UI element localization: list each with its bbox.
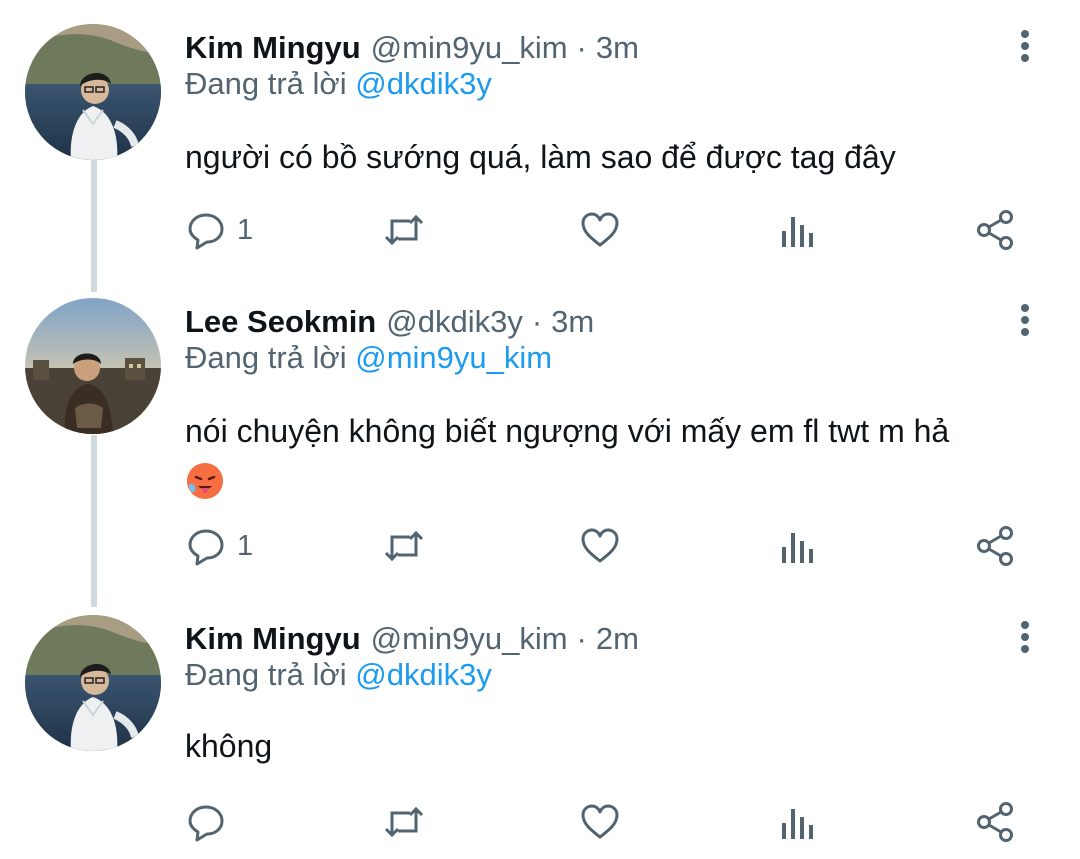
reply-count: 1: [237, 529, 254, 562]
share-icon: [977, 526, 1013, 566]
replying-to: Đang trả lời @dkdik3y: [185, 66, 492, 102]
replying-to-handle[interactable]: @dkdik3y: [355, 66, 492, 101]
tweet-time[interactable]: 3m: [551, 304, 594, 340]
share-button[interactable]: [975, 524, 1015, 568]
tweet[interactable]: Kim Mingyu @min9yu_kim · 3m Đang trả lời…: [0, 24, 1080, 264]
views-button[interactable]: [779, 800, 815, 844]
author-name[interactable]: Lee Seokmin: [185, 304, 376, 340]
views-button[interactable]: [779, 524, 815, 568]
author-handle[interactable]: @min9yu_kim: [371, 621, 568, 657]
retweet-button[interactable]: [382, 208, 426, 252]
retweet-icon: [384, 530, 424, 562]
author-name[interactable]: Kim Mingyu: [185, 30, 361, 66]
reply-button[interactable]: 1: [185, 208, 253, 252]
author-handle[interactable]: @dkdik3y: [386, 304, 523, 340]
avatar[interactable]: [25, 24, 161, 160]
replying-to-label: Đang trả lời: [185, 657, 347, 692]
reply-icon: [188, 213, 224, 250]
hot-face-emoji: [185, 461, 225, 501]
replying-to-label: Đang trả lời: [185, 340, 347, 375]
avatar[interactable]: [25, 298, 161, 434]
like-icon: [581, 528, 619, 563]
tweet-text: nói chuyện không biết ngượng với mấy em …: [185, 408, 1035, 502]
author-name[interactable]: Kim Mingyu: [185, 621, 361, 657]
views-icon: [782, 809, 813, 839]
more-vertical-icon[interactable]: [1010, 26, 1040, 66]
views-icon: [782, 533, 813, 563]
tweet[interactable]: Lee Seokmin @dkdik3y · 3m Đang trả lời @…: [0, 298, 1080, 568]
retweet-button[interactable]: [382, 800, 426, 844]
views-icon: [782, 217, 813, 247]
share-icon: [977, 802, 1013, 842]
replying-to-label: Đang trả lời: [185, 66, 347, 101]
reply-icon: [188, 529, 224, 566]
reply-icon: [188, 805, 224, 842]
more-vertical-icon[interactable]: [1010, 300, 1040, 340]
separator-dot: ·: [576, 30, 587, 65]
replying-to-handle[interactable]: @min9yu_kim: [355, 340, 552, 375]
like-button[interactable]: [579, 524, 621, 568]
share-icon: [977, 210, 1013, 250]
share-button[interactable]: [975, 208, 1015, 252]
retweet-icon: [384, 214, 424, 246]
replying-to: Đang trả lời @dkdik3y: [185, 657, 492, 693]
separator-dot: ·: [531, 304, 543, 339]
avatar[interactable]: [25, 615, 161, 751]
replying-to-handle[interactable]: @dkdik3y: [355, 657, 492, 692]
tweet-time[interactable]: 2m: [596, 621, 639, 657]
tweet-header: Kim Mingyu @min9yu_kim · 2m: [185, 615, 639, 663]
tweet-header: Lee Seokmin @dkdik3y · 3m: [185, 298, 594, 346]
like-button[interactable]: [579, 800, 621, 844]
tweet-actions: [185, 800, 1035, 844]
author-handle[interactable]: @min9yu_kim: [371, 30, 568, 66]
more-vertical-icon[interactable]: [1010, 617, 1040, 657]
tweet-time[interactable]: 3m: [596, 30, 639, 66]
views-button[interactable]: [779, 208, 815, 252]
tweet[interactable]: Kim Mingyu @min9yu_kim · 2m Đang trả lời…: [0, 615, 1080, 855]
tweet-actions: 1: [185, 524, 1035, 568]
like-button[interactable]: [579, 208, 621, 252]
reply-count: 1: [237, 213, 254, 246]
tweet-text: người có bồ sướng quá, làm sao để được t…: [185, 139, 896, 175]
tweet-text: không: [185, 728, 273, 764]
replying-to: Đang trả lời @min9yu_kim: [185, 340, 552, 376]
tweet-header: Kim Mingyu @min9yu_kim · 3m: [185, 24, 639, 72]
tweet-text-content: nói chuyện không biết ngượng với mấy em …: [185, 413, 950, 449]
like-icon: [581, 212, 619, 247]
retweet-icon: [384, 806, 424, 838]
tweet-actions: 1: [185, 208, 1035, 252]
reply-button[interactable]: [185, 800, 237, 844]
separator-dot: ·: [576, 621, 587, 656]
like-icon: [581, 804, 619, 839]
share-button[interactable]: [975, 800, 1015, 844]
retweet-button[interactable]: [382, 524, 426, 568]
reply-button[interactable]: 1: [185, 524, 253, 568]
